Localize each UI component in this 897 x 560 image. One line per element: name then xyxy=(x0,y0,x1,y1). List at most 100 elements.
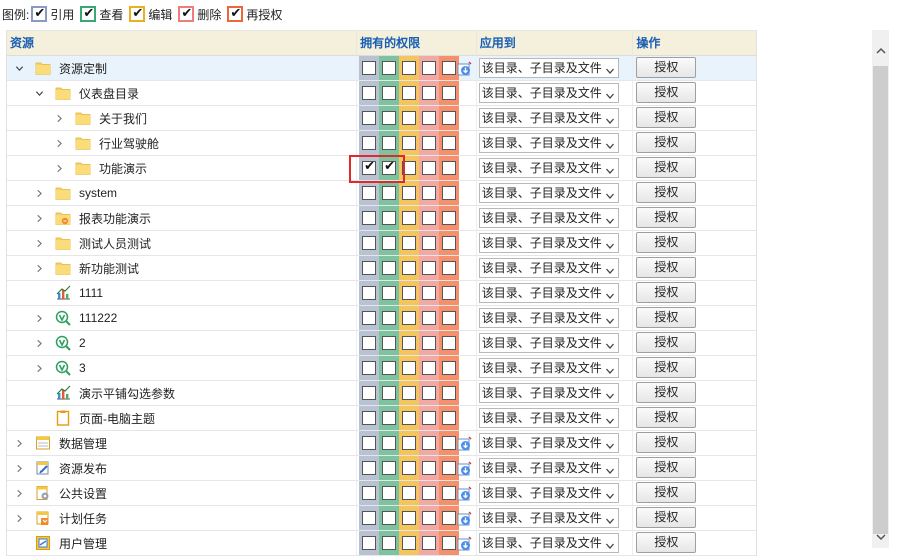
permission-reference-checkbox[interactable] xyxy=(362,411,377,425)
table-row[interactable]: 行业驾驶舱 该目录、子目录及文件 授权 xyxy=(7,131,756,156)
permission-delete-checkbox[interactable] xyxy=(422,211,437,225)
scroll-down-arrow-icon[interactable] xyxy=(872,528,889,545)
resource-tree-node[interactable]: 页面-电脑主题 xyxy=(33,406,155,430)
permission-regrant-checkbox[interactable] xyxy=(442,61,457,75)
apply-to-select[interactable]: 该目录、子目录及文件 xyxy=(478,308,619,328)
apply-to-select[interactable]: 该目录、子目录及文件 xyxy=(478,333,619,353)
apply-to-select[interactable]: 该目录、子目录及文件 xyxy=(478,183,619,203)
permission-reference-checkbox[interactable] xyxy=(362,311,377,325)
permission-reference-checkbox[interactable] xyxy=(362,336,377,350)
resource-tree-node[interactable]: system xyxy=(33,181,117,205)
permission-delete-checkbox[interactable] xyxy=(422,136,437,150)
grant-button[interactable]: 授权 xyxy=(636,382,697,403)
resource-tree-node[interactable]: 用户管理 xyxy=(13,531,107,555)
inherit-permission-icon[interactable] xyxy=(457,511,472,526)
permission-edit-checkbox[interactable] xyxy=(402,486,417,500)
resource-tree-node[interactable]: 计划任务 xyxy=(13,506,107,530)
permission-reference-checkbox[interactable] xyxy=(362,436,377,450)
permission-regrant-checkbox[interactable] xyxy=(442,336,457,350)
permission-regrant-checkbox[interactable] xyxy=(442,536,457,550)
chevron-down-icon[interactable] xyxy=(13,62,25,74)
permission-reference-checkbox[interactable] xyxy=(362,136,377,150)
permission-reference-checkbox[interactable] xyxy=(362,286,377,300)
permission-view-checkbox[interactable] xyxy=(382,361,397,375)
table-row[interactable]: 计划任务 该目录、子目录及文件 授权 xyxy=(7,506,756,531)
permission-delete-checkbox[interactable] xyxy=(422,236,437,250)
permission-delete-checkbox[interactable] xyxy=(422,411,437,425)
permission-reference-checkbox[interactable] xyxy=(362,461,377,475)
permission-reference-checkbox[interactable] xyxy=(362,211,377,225)
permission-regrant-checkbox[interactable] xyxy=(442,436,457,450)
permission-delete-checkbox[interactable] xyxy=(422,61,437,75)
vertical-scrollbar[interactable] xyxy=(872,30,889,548)
permission-edit-checkbox[interactable] xyxy=(402,286,417,300)
apply-to-select[interactable]: 该目录、子目录及文件 xyxy=(478,508,619,528)
chevron-right-icon[interactable] xyxy=(33,212,45,224)
grant-button[interactable]: 授权 xyxy=(636,182,697,203)
permission-edit-checkbox[interactable] xyxy=(402,361,417,375)
table-row[interactable]: 功能演示 ✔ ✔ 该目录、子目录及文件 授权 xyxy=(7,156,756,181)
table-row[interactable]: 演示平铺勾选参数 该目录、子目录及文件 授权 xyxy=(7,381,756,406)
table-row[interactable]: 111222 该目录、子目录及文件 授权 xyxy=(7,306,756,331)
grant-button[interactable]: 授权 xyxy=(636,357,697,378)
permission-edit-checkbox[interactable] xyxy=(402,111,417,125)
permission-reference-checkbox[interactable] xyxy=(362,86,377,100)
resource-tree-node[interactable]: 公共设置 xyxy=(13,481,107,505)
permission-edit-checkbox[interactable] xyxy=(402,536,417,550)
table-row[interactable]: 资源定制 该目录、子目录及文件 授权 xyxy=(7,56,756,81)
chevron-right-icon[interactable] xyxy=(13,487,25,499)
table-row[interactable]: 3 该目录、子目录及文件 授权 xyxy=(7,356,756,381)
chevron-right-icon[interactable] xyxy=(33,187,45,199)
permission-reference-checkbox[interactable] xyxy=(362,486,377,500)
grant-button[interactable]: 授权 xyxy=(636,432,697,453)
apply-to-select[interactable]: 该目录、子目录及文件 xyxy=(478,358,619,378)
resource-tree-node[interactable]: 测试人员测试 xyxy=(33,231,151,255)
inherit-permission-icon[interactable] xyxy=(457,486,472,501)
permission-view-checkbox[interactable] xyxy=(382,261,397,275)
chevron-right-icon[interactable] xyxy=(33,337,45,349)
resource-tree-node[interactable]: 报表功能演示 xyxy=(33,206,151,230)
permission-reference-checkbox[interactable] xyxy=(362,186,377,200)
permission-view-checkbox[interactable] xyxy=(382,436,397,450)
permission-view-checkbox[interactable] xyxy=(382,86,397,100)
resource-tree-node[interactable]: 演示平铺勾选参数 xyxy=(33,381,175,405)
inherit-permission-icon[interactable] xyxy=(457,536,472,551)
grant-button[interactable]: 授权 xyxy=(636,282,697,303)
permission-regrant-checkbox[interactable] xyxy=(442,461,457,475)
grant-button[interactable]: 授权 xyxy=(636,157,697,178)
permission-regrant-checkbox[interactable] xyxy=(442,236,457,250)
grant-button[interactable]: 授权 xyxy=(636,107,697,128)
grant-button[interactable]: 授权 xyxy=(636,257,697,278)
permission-delete-checkbox[interactable] xyxy=(422,186,437,200)
permission-delete-checkbox[interactable] xyxy=(422,286,437,300)
resource-tree-node[interactable]: 资源定制 xyxy=(13,56,107,80)
permission-regrant-checkbox[interactable] xyxy=(442,411,457,425)
grant-button[interactable]: 授权 xyxy=(636,332,697,353)
permission-edit-checkbox[interactable] xyxy=(402,186,417,200)
grant-button[interactable]: 授权 xyxy=(636,232,697,253)
resource-tree-node[interactable]: 功能演示 xyxy=(53,156,147,180)
inherit-permission-icon[interactable] xyxy=(457,461,472,476)
permission-view-checkbox[interactable] xyxy=(382,486,397,500)
permission-regrant-checkbox[interactable] xyxy=(442,186,457,200)
permission-regrant-checkbox[interactable] xyxy=(442,211,457,225)
chevron-right-icon[interactable] xyxy=(33,262,45,274)
permission-regrant-checkbox[interactable] xyxy=(442,311,457,325)
resource-tree-node[interactable]: 2 xyxy=(33,331,86,355)
permission-regrant-checkbox[interactable] xyxy=(442,511,457,525)
apply-to-select[interactable]: 该目录、子目录及文件 xyxy=(478,108,619,128)
permission-regrant-checkbox[interactable] xyxy=(442,261,457,275)
table-row[interactable]: 新功能测试 该目录、子目录及文件 授权 xyxy=(7,256,756,281)
apply-to-select[interactable]: 该目录、子目录及文件 xyxy=(478,483,619,503)
permission-regrant-checkbox[interactable] xyxy=(442,486,457,500)
permission-reference-checkbox[interactable] xyxy=(362,536,377,550)
permission-edit-checkbox[interactable] xyxy=(402,136,417,150)
apply-to-select[interactable]: 该目录、子目录及文件 xyxy=(478,58,619,78)
permission-reference-checkbox[interactable] xyxy=(362,236,377,250)
permission-delete-checkbox[interactable] xyxy=(422,361,437,375)
chevron-down-icon[interactable] xyxy=(33,87,45,99)
permission-regrant-checkbox[interactable] xyxy=(442,286,457,300)
permission-view-checkbox[interactable] xyxy=(382,186,397,200)
permission-delete-checkbox[interactable] xyxy=(422,161,437,175)
permission-delete-checkbox[interactable] xyxy=(422,536,437,550)
